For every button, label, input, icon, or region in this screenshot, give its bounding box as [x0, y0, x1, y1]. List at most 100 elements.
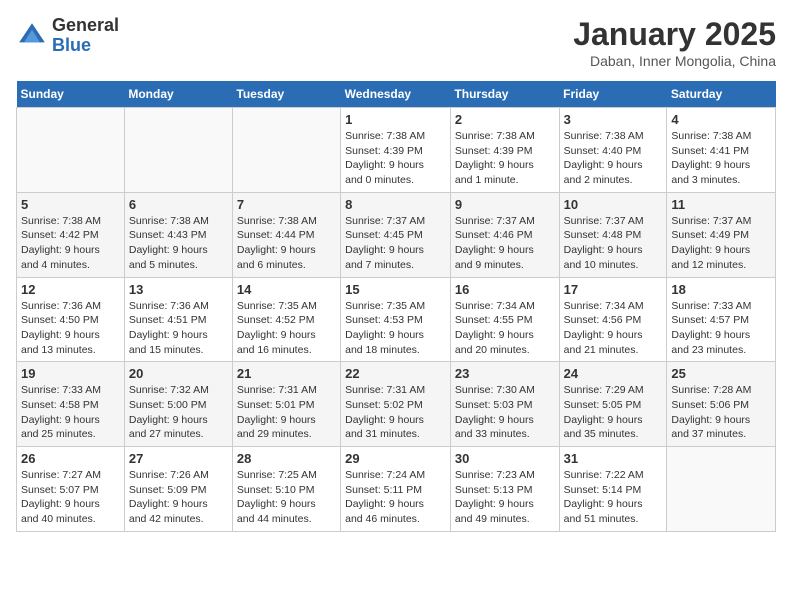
calendar-table: SundayMondayTuesdayWednesdayThursdayFrid… — [16, 81, 776, 532]
day-info: Sunrise: 7:30 AMSunset: 5:03 PMDaylight:… — [455, 383, 555, 442]
day-number: 10 — [564, 197, 663, 212]
calendar-cell — [124, 108, 232, 193]
day-number: 29 — [345, 451, 446, 466]
calendar-header: SundayMondayTuesdayWednesdayThursdayFrid… — [17, 81, 776, 108]
day-number: 20 — [129, 366, 228, 381]
calendar-cell: 11Sunrise: 7:37 AMSunset: 4:49 PMDayligh… — [667, 192, 776, 277]
day-info: Sunrise: 7:38 AMSunset: 4:42 PMDaylight:… — [21, 214, 120, 273]
weekday-header-friday: Friday — [559, 81, 667, 108]
calendar-cell: 25 Sunrise: 7:28 AMSunset: 5:06 PMDayligh… — [667, 362, 776, 447]
calendar-cell: 26 Sunrise: 7:27 AMSunset: 5:07 PMDayligh… — [17, 447, 125, 532]
day-info: Sunrise: 7:26 AMSunset: 5:09 PMDaylight:… — [129, 468, 228, 527]
day-info: Sunrise: 7:27 AMSunset: 5:07 PMDaylight:… — [21, 468, 120, 527]
calendar-cell: 24 Sunrise: 7:29 AMSunset: 5:05 PMDayligh… — [559, 362, 667, 447]
day-number: 31 — [564, 451, 663, 466]
logo: General Blue — [16, 16, 119, 56]
day-number: 30 — [455, 451, 555, 466]
calendar-week-2: 5 Sunrise: 7:38 AMSunset: 4:42 PMDaylight… — [17, 192, 776, 277]
day-info: Sunrise: 7:35 AMSunset: 4:52 PMDaylight:… — [237, 299, 336, 358]
calendar-body: 1Sunrise: 7:38 AMSunset: 4:39 PMDaylight… — [17, 108, 776, 532]
day-number: 6 — [129, 197, 228, 212]
calendar-week-3: 12 Sunrise: 7:36 AMSunset: 4:50 PMDayligh… — [17, 277, 776, 362]
logo-text: General Blue — [52, 16, 119, 56]
calendar-title: January 2025 — [573, 16, 776, 53]
day-info: Sunrise: 7:37 AMSunset: 4:46 PMDaylight:… — [455, 214, 555, 273]
day-number: 9 — [455, 197, 555, 212]
calendar-cell: 31 Sunrise: 7:22 AMSunset: 5:14 PMDayligh… — [559, 447, 667, 532]
calendar-cell: 23 Sunrise: 7:30 AMSunset: 5:03 PMDayligh… — [450, 362, 559, 447]
day-number: 19 — [21, 366, 120, 381]
calendar-cell — [667, 447, 776, 532]
calendar-week-5: 26 Sunrise: 7:27 AMSunset: 5:07 PMDayligh… — [17, 447, 776, 532]
day-info: Sunrise: 7:33 AMSunset: 4:57 PMDaylight:… — [671, 299, 771, 358]
day-info: Sunrise: 7:35 AMSunset: 4:53 PMDaylight:… — [345, 299, 446, 358]
day-info: Sunrise: 7:23 AMSunset: 5:13 PMDaylight:… — [455, 468, 555, 527]
calendar-cell: 17 Sunrise: 7:34 AMSunset: 4:56 PMDayligh… — [559, 277, 667, 362]
calendar-cell: 21 Sunrise: 7:31 AMSunset: 5:01 PMDayligh… — [232, 362, 340, 447]
weekday-header-row: SundayMondayTuesdayWednesdayThursdayFrid… — [17, 81, 776, 108]
day-number: 21 — [237, 366, 336, 381]
day-number: 23 — [455, 366, 555, 381]
day-info: Sunrise: 7:31 AMSunset: 5:02 PMDaylight:… — [345, 383, 446, 442]
day-info: Sunrise: 7:38 AMSunset: 4:43 PMDaylight:… — [129, 214, 228, 273]
calendar-cell: 7 Sunrise: 7:38 AMSunset: 4:44 PMDaylight… — [232, 192, 340, 277]
day-number: 24 — [564, 366, 663, 381]
calendar-cell: 16Sunrise: 7:34 AMSunset: 4:55 PMDayligh… — [450, 277, 559, 362]
calendar-cell: 6 Sunrise: 7:38 AMSunset: 4:43 PMDaylight… — [124, 192, 232, 277]
day-info: Sunrise: 7:29 AMSunset: 5:05 PMDaylight:… — [564, 383, 663, 442]
day-number: 14 — [237, 282, 336, 297]
day-number: 2 — [455, 112, 555, 127]
day-info: Sunrise: 7:22 AMSunset: 5:14 PMDaylight:… — [564, 468, 663, 527]
weekday-header-monday: Monday — [124, 81, 232, 108]
calendar-cell — [232, 108, 340, 193]
day-info: Sunrise: 7:34 AMSunset: 4:56 PMDaylight:… — [564, 299, 663, 358]
day-number: 27 — [129, 451, 228, 466]
calendar-cell: 15Sunrise: 7:35 AMSunset: 4:53 PMDayligh… — [341, 277, 451, 362]
day-number: 3 — [564, 112, 663, 127]
day-info: Sunrise: 7:28 AMSunset: 5:06 PMDaylight:… — [671, 383, 771, 442]
weekday-header-thursday: Thursday — [450, 81, 559, 108]
calendar-subtitle: Daban, Inner Mongolia, China — [573, 53, 776, 69]
day-number: 7 — [237, 197, 336, 212]
day-info: Sunrise: 7:24 AMSunset: 5:11 PMDaylight:… — [345, 468, 446, 527]
calendar-week-1: 1Sunrise: 7:38 AMSunset: 4:39 PMDaylight… — [17, 108, 776, 193]
calendar-cell: 28Sunrise: 7:25 AMSunset: 5:10 PMDayligh… — [232, 447, 340, 532]
day-info: Sunrise: 7:31 AMSunset: 5:01 PMDaylight:… — [237, 383, 336, 442]
day-number: 22 — [345, 366, 446, 381]
title-block: January 2025 Daban, Inner Mongolia, Chin… — [573, 16, 776, 69]
day-number: 16 — [455, 282, 555, 297]
calendar-cell: 12 Sunrise: 7:36 AMSunset: 4:50 PMDayligh… — [17, 277, 125, 362]
calendar-cell: 2 Sunrise: 7:38 AMSunset: 4:39 PMDaylight… — [450, 108, 559, 193]
day-info: Sunrise: 7:37 AMSunset: 4:48 PMDaylight:… — [564, 214, 663, 273]
day-number: 17 — [564, 282, 663, 297]
day-info: Sunrise: 7:38 AMSunset: 4:40 PMDaylight:… — [564, 129, 663, 188]
day-info: Sunrise: 7:38 AMSunset: 4:39 PMDaylight:… — [455, 129, 555, 188]
day-info: Sunrise: 7:38 AMSunset: 4:41 PMDaylight:… — [671, 129, 771, 188]
day-info: Sunrise: 7:36 AMSunset: 4:50 PMDaylight:… — [21, 299, 120, 358]
calendar-cell: 14 Sunrise: 7:35 AMSunset: 4:52 PMDayligh… — [232, 277, 340, 362]
day-number: 8 — [345, 197, 446, 212]
calendar-cell — [17, 108, 125, 193]
calendar-cell: 18 Sunrise: 7:33 AMSunset: 4:57 PMDayligh… — [667, 277, 776, 362]
calendar-cell: 30 Sunrise: 7:23 AMSunset: 5:13 PMDayligh… — [450, 447, 559, 532]
day-number: 28 — [237, 451, 336, 466]
page-header: General Blue January 2025 Daban, Inner M… — [16, 16, 776, 69]
calendar-cell: 1Sunrise: 7:38 AMSunset: 4:39 PMDaylight… — [341, 108, 451, 193]
weekday-header-tuesday: Tuesday — [232, 81, 340, 108]
day-number: 5 — [21, 197, 120, 212]
calendar-cell: 27 Sunrise: 7:26 AMSunset: 5:09 PMDayligh… — [124, 447, 232, 532]
calendar-cell: 29 Sunrise: 7:24 AMSunset: 5:11 PMDayligh… — [341, 447, 451, 532]
day-number: 26 — [21, 451, 120, 466]
day-info: Sunrise: 7:32 AMSunset: 5:00 PMDaylight:… — [129, 383, 228, 442]
day-info: Sunrise: 7:38 AMSunset: 4:44 PMDaylight:… — [237, 214, 336, 273]
calendar-cell: 9 Sunrise: 7:37 AMSunset: 4:46 PMDaylight… — [450, 192, 559, 277]
day-number: 4 — [671, 112, 771, 127]
day-number: 11 — [671, 197, 771, 212]
day-number: 18 — [671, 282, 771, 297]
day-number: 12 — [21, 282, 120, 297]
day-info: Sunrise: 7:37 AMSunset: 4:45 PMDaylight:… — [345, 214, 446, 273]
weekday-header-saturday: Saturday — [667, 81, 776, 108]
weekday-header-wednesday: Wednesday — [341, 81, 451, 108]
day-info: Sunrise: 7:38 AMSunset: 4:39 PMDaylight:… — [345, 129, 446, 188]
day-number: 25 — [671, 366, 771, 381]
